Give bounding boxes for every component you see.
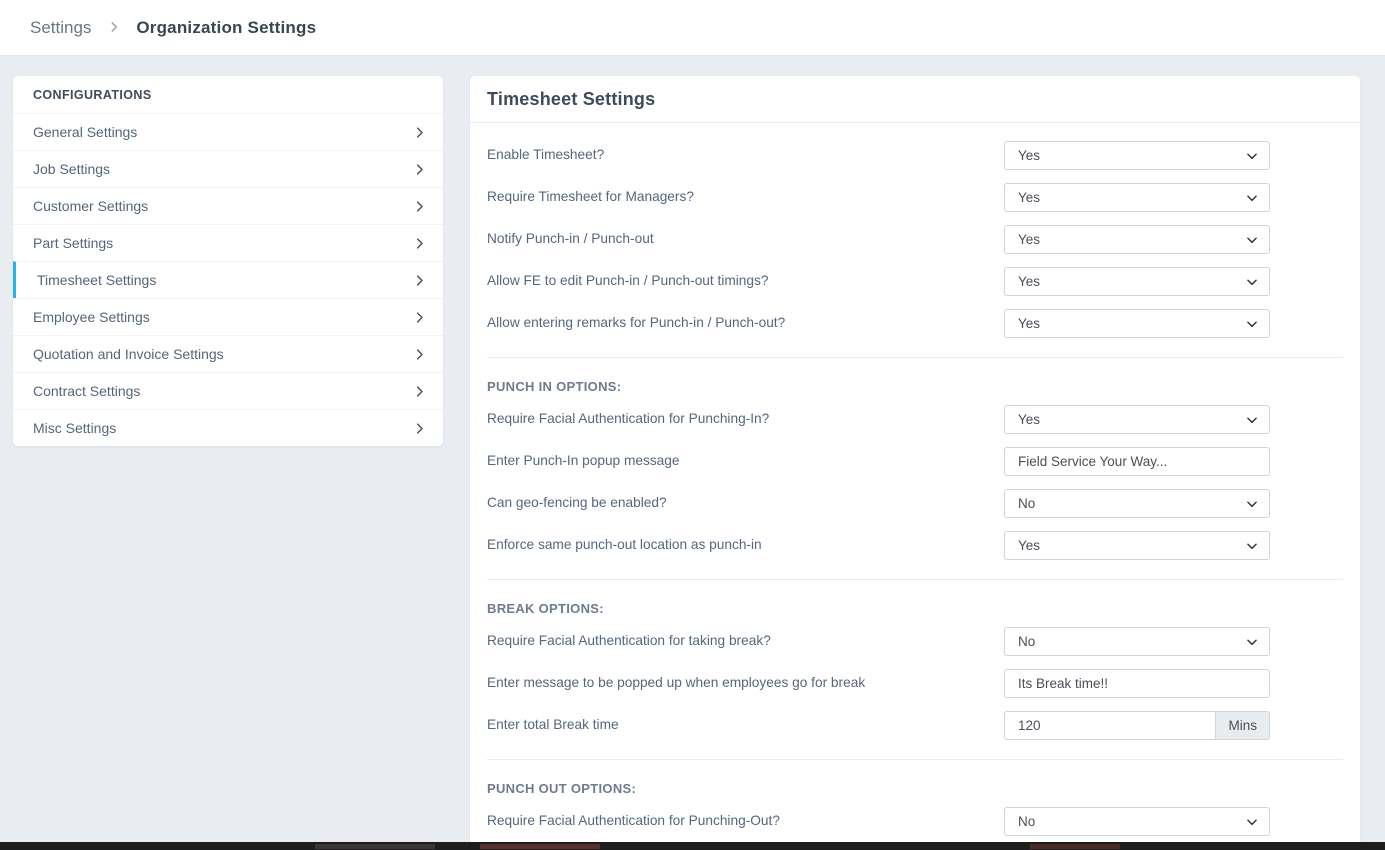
sidebar-item-label: Timesheet Settings <box>37 273 156 287</box>
chevron-right-icon <box>412 347 427 362</box>
setting-label: Allow FE to edit Punch-in / Punch-out ti… <box>487 267 769 289</box>
setting-row: Notify Punch-in / Punch-out Yes <box>487 225 1343 254</box>
setting-label: Enforce same punch-out location as punch… <box>487 531 762 553</box>
setting-require-facial-authentication-for-punching-out[interactable]: No <box>1004 807 1270 836</box>
setting-row: Allow FE to edit Punch-in / Punch-out ti… <box>487 267 1343 296</box>
chevron-right-icon <box>412 273 427 288</box>
panel-title: Timesheet Settings <box>487 89 655 110</box>
sidebar-list: General Settings Job Settings Customer S… <box>13 113 443 446</box>
sidebar-item-label: Customer Settings <box>33 199 148 213</box>
panel-header: Timesheet Settings <box>470 76 1360 123</box>
breadcrumb-separator-icon <box>107 20 121 34</box>
chevron-right-icon <box>412 162 427 177</box>
sidebar-item-label: Employee Settings <box>33 310 150 324</box>
setting-label: Enter message to be popped up when emplo… <box>487 669 865 691</box>
setting-enforce-same-punch-out-location-as-punch-in[interactable]: Yes <box>1004 531 1270 560</box>
configurations-sidebar: CONFIGURATIONS General Settings Job Sett… <box>13 76 443 446</box>
bottom-bar-segment <box>480 844 600 849</box>
bottom-bar <box>0 842 1385 850</box>
setting-row: Enable Timesheet? Yes <box>487 141 1343 170</box>
chevron-right-icon <box>412 236 427 251</box>
timesheet-settings-panel: Timesheet Settings Enable Timesheet? Yes… <box>470 76 1360 850</box>
setting-label: Enable Timesheet? <box>487 141 604 163</box>
setting-can-geo-fencing-be-enabled[interactable]: No <box>1004 489 1270 518</box>
setting-allow-fe-to-edit-punch-in-punch-out-timings[interactable]: Yes <box>1004 267 1270 296</box>
section-divider <box>487 759 1343 760</box>
sidebar-item-label: Misc Settings <box>33 421 116 435</box>
breadcrumb: Settings Organization Settings <box>30 18 316 38</box>
section-header: PUNCH IN OPTIONS: <box>487 379 1343 394</box>
setting-row: Can geo-fencing be enabled? No <box>487 489 1343 518</box>
breadcrumb-settings-link[interactable]: Settings <box>30 18 91 37</box>
setting-label: Notify Punch-in / Punch-out <box>487 225 654 247</box>
sidebar-header: CONFIGURATIONS <box>13 76 443 113</box>
sidebar-item-label: Part Settings <box>33 236 113 250</box>
setting-row: Enforce same punch-out location as punch… <box>487 531 1343 560</box>
sidebar-item-timesheet-settings[interactable]: Timesheet Settings <box>13 261 443 298</box>
bottom-bar-segment <box>1030 844 1120 849</box>
chevron-right-icon <box>412 421 427 436</box>
sidebar-item-label: Job Settings <box>33 162 110 176</box>
bottom-bar-segment <box>315 844 435 849</box>
setting-row: Require Facial Authentication for taking… <box>487 627 1343 656</box>
setting-row: Require Facial Authentication for Punchi… <box>487 807 1343 836</box>
setting-label: Require Facial Authentication for taking… <box>487 627 771 649</box>
setting-require-facial-authentication-for-taking-break[interactable]: No <box>1004 627 1270 656</box>
chevron-right-icon <box>412 384 427 399</box>
section-header: BREAK OPTIONS: <box>487 601 1343 616</box>
setting-row: Enter Punch-In popup message <box>487 447 1343 476</box>
setting-label: Require Facial Authentication for Punchi… <box>487 405 769 427</box>
sidebar-item-employee-settings[interactable]: Employee Settings <box>13 298 443 335</box>
sidebar-item-label: General Settings <box>33 125 137 139</box>
sidebar-item-misc-settings[interactable]: Misc Settings <box>13 409 443 446</box>
section-header: PUNCH OUT OPTIONS: <box>487 781 1343 796</box>
panel-body: Enable Timesheet? Yes Require Timesheet … <box>470 123 1360 850</box>
chevron-right-icon <box>412 310 427 325</box>
breadcrumb-current-page: Organization Settings <box>136 18 316 37</box>
sidebar-item-general-settings[interactable]: General Settings <box>13 113 443 150</box>
sidebar-item-job-settings[interactable]: Job Settings <box>13 150 443 187</box>
topbar: Settings Organization Settings <box>0 0 1385 56</box>
setting-label: Can geo-fencing be enabled? <box>487 489 667 511</box>
setting-row: Require Timesheet for Managers? Yes <box>487 183 1343 212</box>
setting-row: Require Facial Authentication for Punchi… <box>487 405 1343 434</box>
setting-row: Enter message to be popped up when emplo… <box>487 669 1343 698</box>
sidebar-item-customer-settings[interactable]: Customer Settings <box>13 187 443 224</box>
sidebar-item-label: Contract Settings <box>33 384 140 398</box>
setting-row: Allow entering remarks for Punch-in / Pu… <box>487 309 1343 338</box>
setting-allow-entering-remarks-for-punch-in-punch-out[interactable]: Yes <box>1004 309 1270 338</box>
setting-label: Enter Punch-In popup message <box>487 447 680 469</box>
setting-row: Enter total Break time Mins <box>487 711 1343 740</box>
setting-enable-timesheet[interactable]: Yes <box>1004 141 1270 170</box>
setting-label: Require Timesheet for Managers? <box>487 183 694 205</box>
section-divider <box>487 357 1343 358</box>
setting-label: Require Facial Authentication for Punchi… <box>487 807 780 829</box>
setting-enter-message-to-be-popped-up-when-employees-go-for-break[interactable] <box>1004 669 1270 698</box>
content-area: CONFIGURATIONS General Settings Job Sett… <box>0 56 1385 850</box>
setting-require-facial-authentication-for-punching-in[interactable]: Yes <box>1004 405 1270 434</box>
setting-label: Enter total Break time <box>487 711 619 733</box>
section-divider <box>487 579 1343 580</box>
sidebar-item-part-settings[interactable]: Part Settings <box>13 224 443 261</box>
sidebar-item-contract-settings[interactable]: Contract Settings <box>13 372 443 409</box>
sidebar-item-quotation-and-invoice-settings[interactable]: Quotation and Invoice Settings <box>13 335 443 372</box>
chevron-right-icon <box>412 125 427 140</box>
setting-enter-total-break-time[interactable] <box>1004 711 1215 740</box>
input-addon-unit: Mins <box>1215 711 1270 740</box>
chevron-right-icon <box>412 199 427 214</box>
setting-require-timesheet-for-managers[interactable]: Yes <box>1004 183 1270 212</box>
setting-notify-punch-in-punch-out[interactable]: Yes <box>1004 225 1270 254</box>
setting-enter-punch-in-popup-message[interactable] <box>1004 447 1270 476</box>
sidebar-item-label: Quotation and Invoice Settings <box>33 347 224 361</box>
setting-label: Allow entering remarks for Punch-in / Pu… <box>487 309 785 331</box>
